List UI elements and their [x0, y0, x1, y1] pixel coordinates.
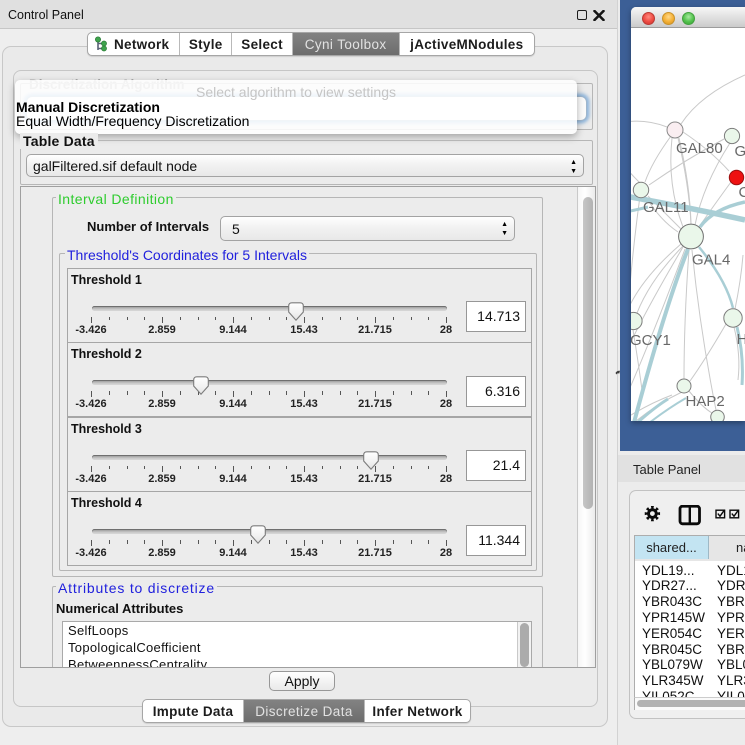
svg-text:GCY1: GCY1: [631, 332, 671, 349]
svg-text:GAL4: GAL4: [692, 252, 730, 269]
svg-text:HAP2: HAP2: [686, 393, 725, 410]
svg-text:GAL11: GAL11: [643, 199, 689, 216]
svg-text:C: C: [739, 184, 745, 201]
svg-text:GAL80: GAL80: [676, 140, 723, 157]
svg-text:GAL: GAL: [735, 143, 745, 160]
svg-text:H: H: [737, 331, 745, 348]
